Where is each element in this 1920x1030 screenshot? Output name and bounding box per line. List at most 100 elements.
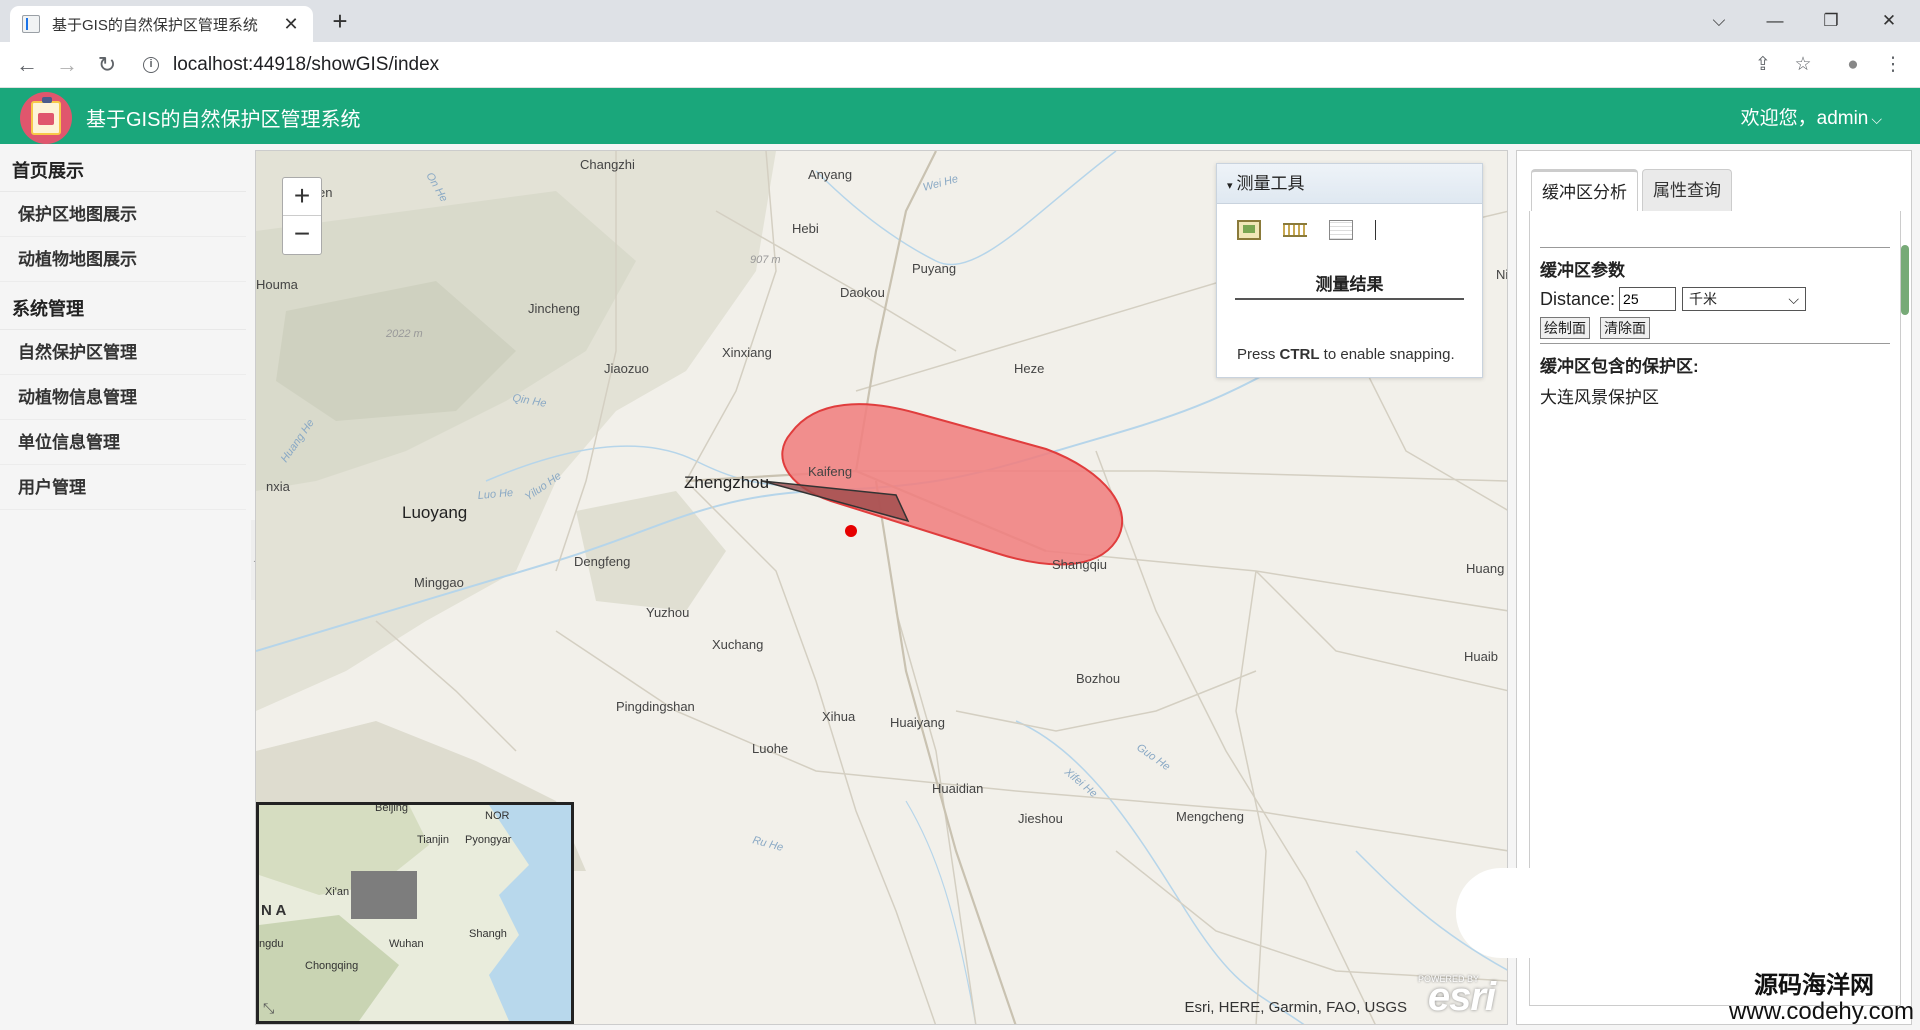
label-n-edge: Ni [1496, 267, 1508, 282]
label-changzhi: Changzhi [580, 157, 635, 172]
label-elev-2022: 2022 m [385, 328, 423, 340]
ov-label-wuhan: Wuhan [389, 938, 424, 950]
sidebar-item-species-admin[interactable]: 动植物信息管理 [0, 375, 246, 420]
location-icon[interactable] [1329, 220, 1353, 240]
watermark: 源码海洋网 www.codehy.com [1729, 974, 1914, 1024]
draw-polygon-button[interactable]: 绘制面 [1540, 317, 1590, 339]
tab-buffer-analysis[interactable]: 缓冲区分析 [1531, 169, 1638, 211]
label-luohe: Luohe [752, 741, 788, 756]
tool-separator [1375, 220, 1376, 240]
label-mengcheng: Mengcheng [1176, 809, 1244, 824]
label-yuzhou: Yuzhou [646, 605, 689, 620]
tab-title: 基于GIS的自然保护区管理系统 [52, 16, 258, 34]
sidebar-item-reserve-map[interactable]: 保护区地图展示 [0, 192, 246, 237]
ov-label-xian: Xi'an [325, 886, 349, 898]
sidebar-item-reserve-admin[interactable]: 自然保护区管理 [0, 330, 246, 375]
sidebar-item-species-map[interactable]: 动植物地图展示 [0, 237, 246, 282]
buffer-result-value: 大连风景保护区 [1540, 388, 1659, 407]
map-attribution: Esri, HERE, Garmin, FAO, USGS [1184, 999, 1407, 1016]
label-jieshou: Jieshou [1018, 811, 1063, 826]
reload-icon[interactable]: ↻ [92, 50, 122, 80]
area-icon[interactable] [1237, 220, 1261, 240]
buffer-analysis-body: 缓冲区参数 Distance: 千米 ⌵ 绘制面 清除面 缓冲区包含的保护区: … [1529, 211, 1901, 1006]
label-ru-he: Ru He [751, 834, 784, 854]
collapse-triangle-icon: ▾ [1227, 180, 1233, 192]
sidebar-item-user-admin[interactable]: 用户管理 [0, 465, 246, 510]
label-hebi: Hebi [792, 221, 819, 236]
label-xihua: Xihua [822, 709, 856, 724]
overview-map[interactable]: Beijing Tianjin Pyongyar NOR Xi'an ngdu … [256, 802, 574, 1024]
watermark-en: www.codehy.com [1729, 998, 1914, 1025]
panel-scrollbar[interactable] [1901, 245, 1909, 315]
zoom-in-button[interactable]: + [283, 178, 321, 216]
new-tab-button[interactable]: + [326, 8, 354, 36]
sidebar: 首页展示 保护区地图展示 动植物地图展示 系统管理 自然保护区管理 动植物信息管… [0, 150, 246, 1030]
restore-button[interactable]: ❐ [1808, 6, 1854, 36]
tab-search-icon[interactable]: ⌵ [1696, 6, 1742, 36]
page-favicon-icon [22, 15, 40, 33]
measure-tool-header[interactable]: ▾ 测量工具 [1217, 164, 1482, 204]
label-bozhou: Bozhou [1076, 671, 1120, 686]
url-field[interactable]: i localhost:44918/showGIS/index [143, 50, 1768, 80]
label-dengfeng: Dengfeng [574, 554, 630, 569]
distance-label: Distance: [1540, 288, 1616, 309]
label-wei-he: Wei He [922, 173, 960, 194]
label-shangqiu: Shangqiu [1052, 557, 1107, 572]
ov-label-na: N A [261, 902, 286, 919]
esri-logo: esri [1427, 975, 1496, 1019]
label-xuchang: Xuchang [712, 637, 763, 652]
sidebar-group-system[interactable]: 系统管理 [0, 288, 246, 330]
label-houma: Houma [256, 277, 299, 292]
unit-select[interactable]: 千米 ⌵ [1682, 287, 1807, 311]
measure-result-title: 测量结果 [1235, 270, 1464, 300]
label-puyang: Puyang [912, 261, 956, 276]
minimize-button[interactable]: — [1752, 6, 1798, 36]
browser-tab-bar: 基于GIS的自然保护区管理系统 ✕ + ⌵ — ❐ ✕ [0, 0, 1920, 42]
user-menu[interactable]: 欢迎您，admin ⌵ [1741, 103, 1882, 130]
measure-tool-title: 测量工具 [1236, 174, 1305, 193]
zoom-out-button[interactable]: − [283, 216, 321, 254]
close-window-button[interactable]: ✕ [1866, 6, 1912, 36]
distance-input[interactable] [1619, 287, 1677, 311]
sidebar-item-unit-admin[interactable]: 单位信息管理 [0, 420, 246, 465]
label-luoyang: Luoyang [402, 503, 467, 522]
profile-icon[interactable]: ● [1838, 50, 1868, 80]
label-huang-edge: Huang [1466, 561, 1504, 576]
bookmark-star-icon[interactable]: ☆ [1788, 50, 1818, 80]
buffer-point-marker [845, 525, 857, 537]
buffer-params-title: 缓冲区参数 [1540, 261, 1625, 280]
label-nxia: nxia [266, 479, 291, 494]
tab-attribute-query[interactable]: 属性查询 [1642, 169, 1732, 211]
label-heze: Heze [1014, 361, 1044, 376]
forward-arrow-icon[interactable]: → [52, 50, 82, 80]
back-arrow-icon[interactable]: ← [12, 50, 42, 80]
label-huaidian: Huaidian [932, 781, 983, 796]
label-jiaozuo: Jiaozuo [604, 361, 649, 376]
overview-extent-box [351, 871, 417, 919]
label-minggao: Minggao [414, 575, 464, 590]
tab-close-icon[interactable]: ✕ [281, 14, 301, 35]
clear-polygon-button[interactable]: 清除面 [1600, 317, 1650, 339]
ov-label-chengdu: ngdu [259, 938, 283, 950]
sidebar-group-home[interactable]: 首页展示 [0, 150, 246, 192]
app-header: 基于GIS的自然保护区管理系统 欢迎您，admin ⌵ [0, 88, 1920, 144]
overview-expand-icon[interactable]: ⤡ [263, 1000, 274, 1017]
buffer-result-label: 缓冲区包含的保护区: [1540, 357, 1699, 376]
share-icon[interactable]: ⇪ [1748, 50, 1778, 80]
label-zhengzhou: Zhengzhou [684, 473, 769, 492]
label-xinxiang: Xinxiang [722, 345, 772, 360]
label-huaiyang: Huaiyang [890, 715, 945, 730]
label-huaib: Huaib [1464, 649, 1498, 664]
browser-tab[interactable]: 基于GIS的自然保护区管理系统 ✕ [10, 6, 313, 42]
welcome-text: 欢迎您，admin [1740, 108, 1869, 129]
site-info-icon[interactable]: i [143, 57, 159, 73]
ov-label-tianjin: Tianjin [417, 834, 449, 846]
label-daokou: Daokou [840, 285, 885, 300]
label-pingdingshan: Pingdingshan [616, 699, 695, 714]
address-bar-row: ← → ↻ i localhost:44918/showGIS/index ⇪ … [0, 42, 1920, 88]
ov-label-nor: NOR [485, 810, 510, 822]
measure-tool-panel: ▾ 测量工具 测量结果 Press CTRL to enable snapping… [1216, 163, 1483, 378]
browser-menu-icon[interactable]: ⋮ [1878, 50, 1908, 80]
watermark-backdrop [1456, 868, 1566, 958]
distance-icon[interactable] [1283, 223, 1307, 237]
